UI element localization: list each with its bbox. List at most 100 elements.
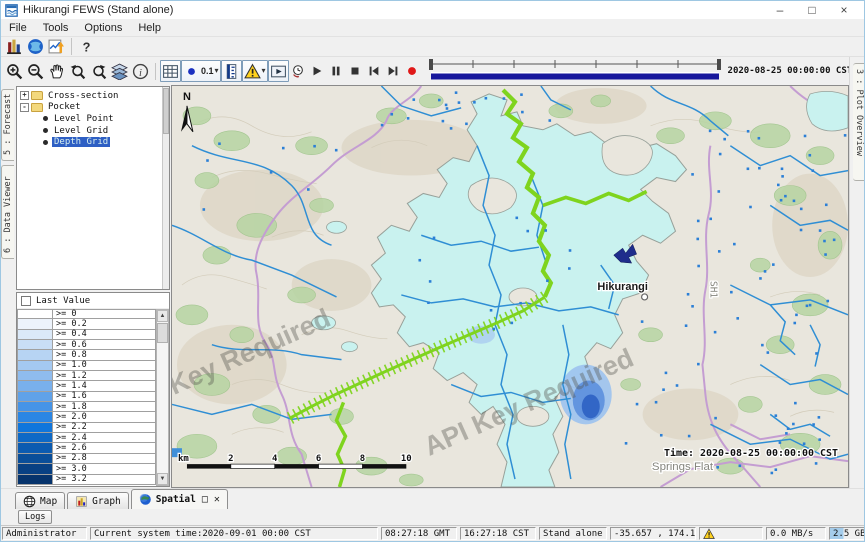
grid-button[interactable] xyxy=(160,60,181,82)
pan-button[interactable] xyxy=(46,60,67,82)
last-value-checkbox[interactable] xyxy=(21,296,31,306)
skip-end-button[interactable] xyxy=(384,60,403,82)
chart-arrow-icon xyxy=(48,38,65,55)
warning-button[interactable]: ▾ xyxy=(242,60,268,82)
zoom-out-button[interactable] xyxy=(25,60,46,82)
sidebar-tab-forecast[interactable]: 5 : Forecast xyxy=(1,89,14,161)
ruler-button[interactable] xyxy=(221,60,242,82)
menu-file[interactable]: File xyxy=(1,21,35,35)
info-button[interactable]: i xyxy=(130,60,151,82)
tree-item-label: Depth Grid xyxy=(52,137,110,147)
tab-label: Map xyxy=(40,496,57,507)
status-user: Administrator xyxy=(2,527,87,540)
scroll-up-icon[interactable]: ▲ xyxy=(157,310,168,322)
tree-item-cross-section[interactable]: +Cross-section xyxy=(20,90,162,102)
record-icon xyxy=(405,64,419,78)
scale-tick: 2 xyxy=(228,454,233,464)
legend-row[interactable]: >= 2.2 xyxy=(17,423,156,433)
menu-tools[interactable]: Tools xyxy=(35,21,77,35)
tab-graph[interactable]: Graph xyxy=(67,492,129,509)
tree-item-level-point[interactable]: Level Point xyxy=(20,113,162,125)
scroll-thumb[interactable] xyxy=(157,323,168,343)
legend-row[interactable]: >= 2.4 xyxy=(17,433,156,443)
globe-button[interactable] xyxy=(25,36,46,58)
status-warning[interactable] xyxy=(699,527,763,540)
legend-value-label: >= 2.8 xyxy=(53,454,156,464)
legend-value-label: >= 2.6 xyxy=(53,443,156,453)
scale-dot-value: 0.1 xyxy=(201,66,214,76)
tab-spatial[interactable]: Spatial□✕ xyxy=(131,489,228,509)
maximize-button[interactable]: □ xyxy=(796,2,828,18)
scale-dot-button[interactable]: 0.1▾ xyxy=(181,60,221,82)
close-button[interactable]: × xyxy=(828,2,860,18)
help-button[interactable]: ? xyxy=(76,36,97,58)
pause-button[interactable] xyxy=(327,60,346,82)
timeline-datetime: 2020-08-25 00:00:00 CST xyxy=(728,66,849,76)
tab-maximize-icon[interactable]: □ xyxy=(202,494,208,505)
skip-start-icon xyxy=(367,64,381,78)
legend-row[interactable]: >= 0.6 xyxy=(17,340,156,350)
time-slider[interactable] xyxy=(427,57,723,85)
skip-start-button[interactable] xyxy=(365,60,384,82)
legend-row[interactable]: >= 0 xyxy=(17,309,156,319)
zoom-in-button[interactable] xyxy=(4,60,25,82)
bar-chart-button[interactable] xyxy=(4,36,25,58)
legend-panel: Last Value >= 0>= 0.2>= 0.4>= 0.6>= 0.8>… xyxy=(16,292,170,487)
status-memory: 2.5 GB xyxy=(829,527,865,540)
legend-row[interactable]: >= 3.2 xyxy=(17,475,156,485)
display-tab-bar: MapGraphSpatial□✕ xyxy=(1,488,864,509)
legend-scrollbar[interactable]: ▲ ▼ xyxy=(156,309,169,486)
zoom-prev-button[interactable] xyxy=(67,60,88,82)
menu-options[interactable]: Options xyxy=(76,21,130,35)
legend-row[interactable]: >= 1.2 xyxy=(17,371,156,381)
tab-map[interactable]: Map xyxy=(15,492,65,509)
scroll-down-icon[interactable]: ▼ xyxy=(157,473,168,485)
animate-button[interactable] xyxy=(289,60,308,82)
menu-help[interactable]: Help xyxy=(130,21,169,35)
graph-bars-icon xyxy=(75,495,88,508)
menu-bar: FileToolsOptionsHelp xyxy=(1,19,864,37)
legend-row[interactable]: >= 2.6 xyxy=(17,443,156,453)
map-canvas[interactable]: API Key Required API Key Required Hikura… xyxy=(172,86,848,487)
movie-button[interactable] xyxy=(268,60,289,82)
legend-color-swatch xyxy=(17,350,53,360)
legend-row[interactable]: >= 1.8 xyxy=(17,402,156,412)
tree-expander-icon[interactable]: - xyxy=(20,103,29,112)
legend-value-label: >= 0.4 xyxy=(53,330,156,340)
toolbar-separator xyxy=(71,38,72,55)
tree-expander-icon[interactable]: + xyxy=(20,91,29,100)
legend-row[interactable]: >= 1.6 xyxy=(17,392,156,402)
legend-row[interactable]: >= 2.8 xyxy=(17,454,156,464)
legend-row[interactable]: >= 0.8 xyxy=(17,350,156,360)
tree-scrollbar[interactable] xyxy=(162,87,169,289)
map-view[interactable]: API Key Required API Key Required Hikura… xyxy=(171,85,849,488)
timeline-bar xyxy=(431,73,719,79)
legend-row[interactable]: >= 3.0 xyxy=(17,464,156,474)
node-bullet-icon xyxy=(43,140,48,145)
tree-item-level-grid[interactable]: Level Grid xyxy=(20,125,162,137)
legend-row[interactable]: >= 0.2 xyxy=(17,319,156,329)
chevron-down-icon: ▾ xyxy=(215,67,219,75)
tab-close-icon[interactable]: ✕ xyxy=(214,494,220,505)
sidebar-tab-plot-overview[interactable]: 3 : Plot Overview xyxy=(853,63,865,181)
chart-arrow-button[interactable] xyxy=(46,36,67,58)
stop-button[interactable] xyxy=(346,60,365,82)
legend-row[interactable]: >= 1.0 xyxy=(17,361,156,371)
minimize-button[interactable]: – xyxy=(764,2,796,18)
layers-button[interactable] xyxy=(109,60,130,82)
legend-row[interactable]: >= 0.4 xyxy=(17,330,156,340)
sidebar-tab-data-viewer[interactable]: 6 : Data Viewer xyxy=(1,165,14,259)
stop-icon xyxy=(348,64,362,78)
legend-row[interactable]: >= 1.4 xyxy=(17,381,156,391)
logs-button[interactable]: Logs xyxy=(18,510,52,524)
tree-item-pocket[interactable]: -Pocket xyxy=(20,102,162,114)
legend-value-label: >= 2.2 xyxy=(53,423,156,433)
zoom-next-button[interactable] xyxy=(88,60,109,82)
record-button[interactable] xyxy=(403,60,422,82)
play-button[interactable] xyxy=(308,60,327,82)
tree-item-depth-grid[interactable]: Depth Grid xyxy=(20,136,162,148)
right-tab-strip: 3 : Plot Overview xyxy=(849,57,865,488)
pan-icon xyxy=(48,63,65,80)
node-bullet-icon xyxy=(43,116,48,121)
legend-row[interactable]: >= 2.0 xyxy=(17,412,156,422)
